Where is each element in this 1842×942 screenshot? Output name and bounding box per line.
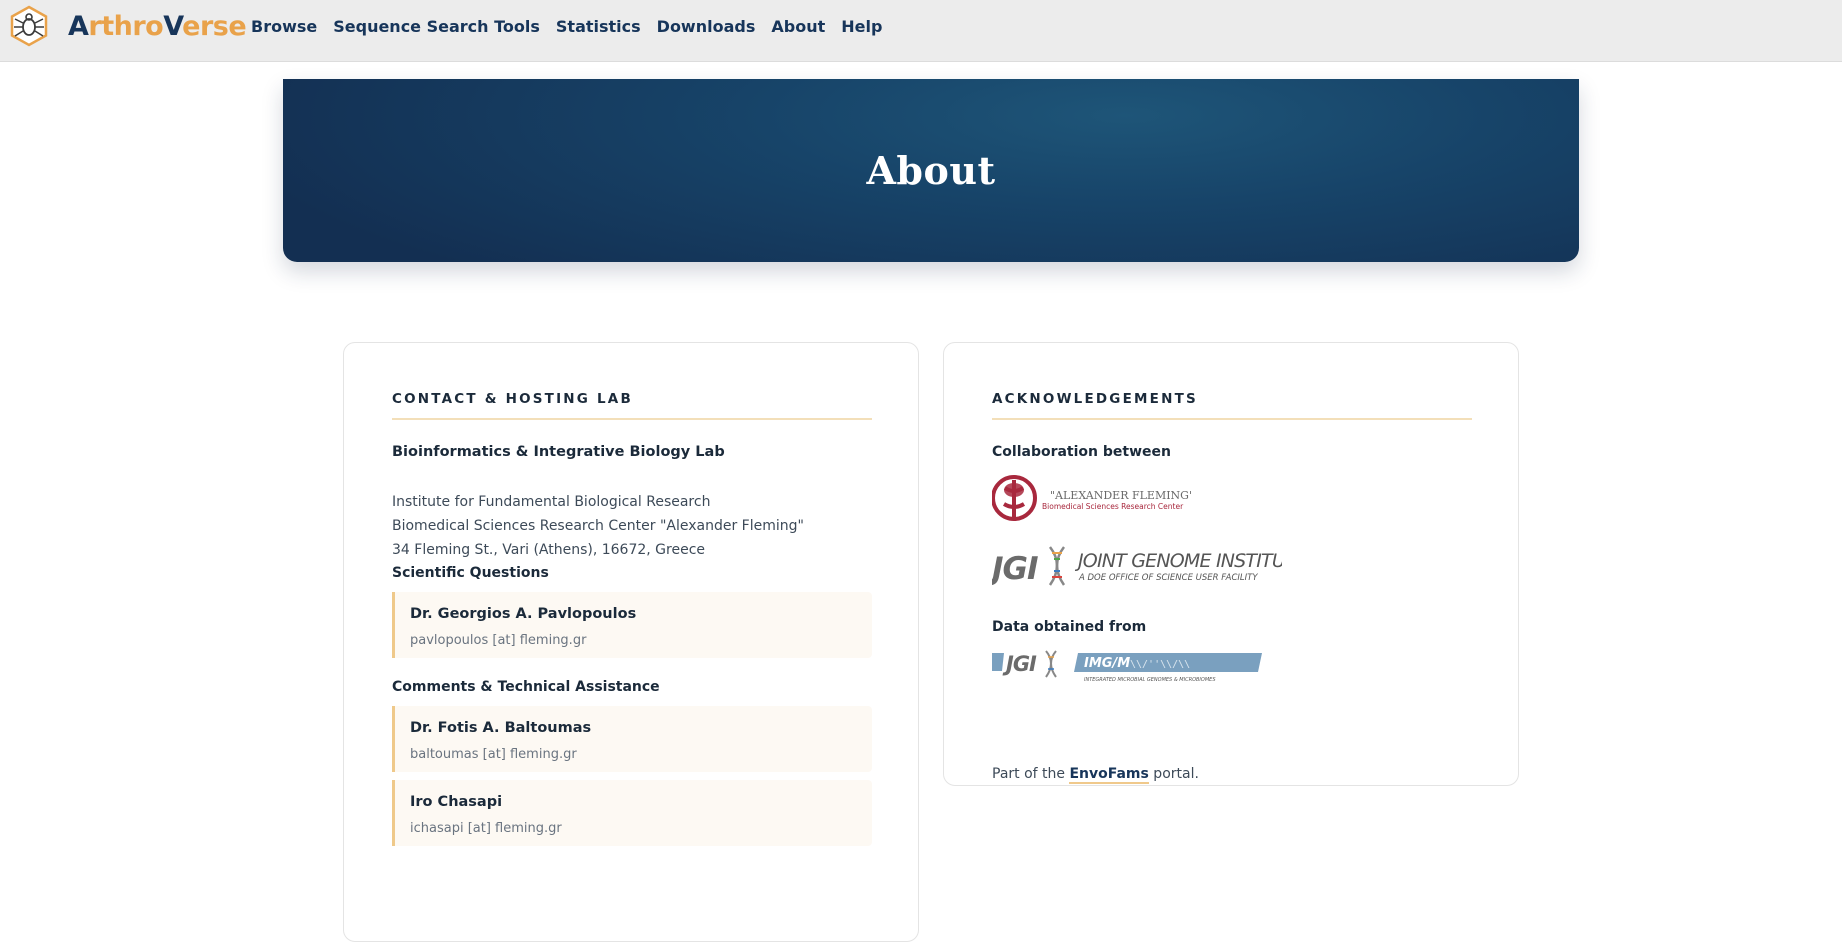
lab-name: Bioinformatics & Integrative Biology Lab	[392, 444, 725, 460]
jgi-logo-line2: A DOE OFFICE OF SCIENCE USER FACILITY	[1078, 573, 1258, 583]
nav-link-downloads[interactable]: Downloads	[657, 17, 756, 36]
jgi-logo-line1: JOINT GENOME INSTITUTE	[1074, 550, 1282, 572]
arthropod-hexagon-logo-icon[interactable]	[8, 5, 50, 47]
acknowledgements-heading: ACKNOWLEDGEMENTS	[992, 391, 1472, 420]
contact-person-chasapi: Iro Chasapi ichasapi [at] fleming.gr	[392, 780, 872, 846]
brand-part-v: V	[163, 11, 183, 42]
nav-link-browse[interactable]: Browse	[251, 17, 317, 36]
nav-link-help[interactable]: Help	[841, 17, 882, 36]
contact-card-content: CONTACT & HOSTING LAB Bioinformatics & I…	[392, 391, 872, 846]
person-name: Dr. Georgios A. Pavlopoulos	[410, 606, 637, 622]
address-line-center: Biomedical Sciences Research Center "Ale…	[392, 518, 804, 534]
fleming-logo-line1: "ALEXANDER FLEMING"	[1050, 489, 1192, 502]
acknowledgements-card: ACKNOWLEDGEMENTS Collaboration between "…	[943, 342, 1519, 786]
nav-link-statistics[interactable]: Statistics	[556, 17, 641, 36]
part-of-suffix: portal.	[1148, 766, 1199, 782]
svg-text:\\/''\\/\\: \\/''\\/\\	[1130, 659, 1190, 670]
dna-helix-icon	[1045, 650, 1057, 678]
jgi-logo-mark: JGI	[992, 551, 1038, 587]
brand-part-erse: erse	[182, 11, 247, 42]
contact-heading: CONTACT & HOSTING LAB	[392, 391, 872, 420]
part-of-portal-text: Part of the EnvoFams portal.	[992, 766, 1199, 784]
collaboration-title: Collaboration between	[992, 444, 1171, 460]
img-logo-label: IMG/M	[1084, 656, 1130, 671]
contact-person-pavlopoulos: Dr. Georgios A. Pavlopoulos pavlopoulos …	[392, 592, 872, 658]
scientific-questions-title: Scientific Questions	[392, 565, 549, 581]
jgi-logo[interactable]: JGI JOINT GENOME INSTITUTE A DOE OFFICE …	[992, 543, 1282, 589]
nav-link-sequence-search-tools[interactable]: Sequence Search Tools	[333, 17, 540, 36]
contact-card: CONTACT & HOSTING LAB Bioinformatics & I…	[343, 342, 919, 942]
img-logo-subtitle: INTEGRATED MICROBIAL GENOMES & MICROBIOM…	[1084, 677, 1216, 683]
hero-banner: About	[283, 79, 1579, 262]
address-line-institute: Institute for Fundamental Biological Res…	[392, 494, 711, 510]
top-navbar: ArthroVerse Browse Sequence Search Tools…	[0, 0, 1842, 62]
person-name: Dr. Fotis A. Baltoumas	[410, 720, 592, 736]
acknowledgements-card-content: ACKNOWLEDGEMENTS Collaboration between "…	[992, 391, 1472, 784]
nav-link-about[interactable]: About	[771, 17, 825, 36]
part-of-prefix: Part of the	[992, 766, 1070, 782]
img-m-logo[interactable]: JGI IMG/M \\/''\\/\\ INTEGRATED MICROBIA…	[992, 649, 1264, 685]
person-name: Iro Chasapi	[410, 794, 503, 810]
brand-part-a: A	[68, 11, 89, 42]
person-email[interactable]: pavlopoulos [at] fleming.gr	[410, 633, 586, 648]
fleming-center-logo[interactable]: "ALEXANDER FLEMING" Biomedical Sciences …	[992, 474, 1192, 526]
fleming-logo-line2: Biomedical Sciences Research Center	[1042, 502, 1184, 511]
data-source-title: Data obtained from	[992, 619, 1147, 635]
brand-part-rthro: rthro	[88, 11, 164, 42]
envofams-link[interactable]: EnvoFams	[1069, 766, 1149, 784]
technical-assistance-title: Comments & Technical Assistance	[392, 679, 660, 695]
address-line-street: 34 Fleming St., Vari (Athens), 16672, Gr…	[392, 542, 706, 558]
page-title: About	[866, 148, 996, 193]
dna-helix-icon	[1048, 546, 1066, 586]
nav-links: Browse Sequence Search Tools Statistics …	[251, 17, 898, 36]
brand-wordmark[interactable]: ArthroVerse	[68, 11, 247, 42]
contact-person-baltoumas: Dr. Fotis A. Baltoumas baltoumas [at] fl…	[392, 706, 872, 772]
person-email[interactable]: baltoumas [at] fleming.gr	[410, 747, 577, 762]
img-logo-jgi-mark: JGI	[1002, 652, 1037, 676]
person-email[interactable]: ichasapi [at] fleming.gr	[410, 821, 562, 836]
